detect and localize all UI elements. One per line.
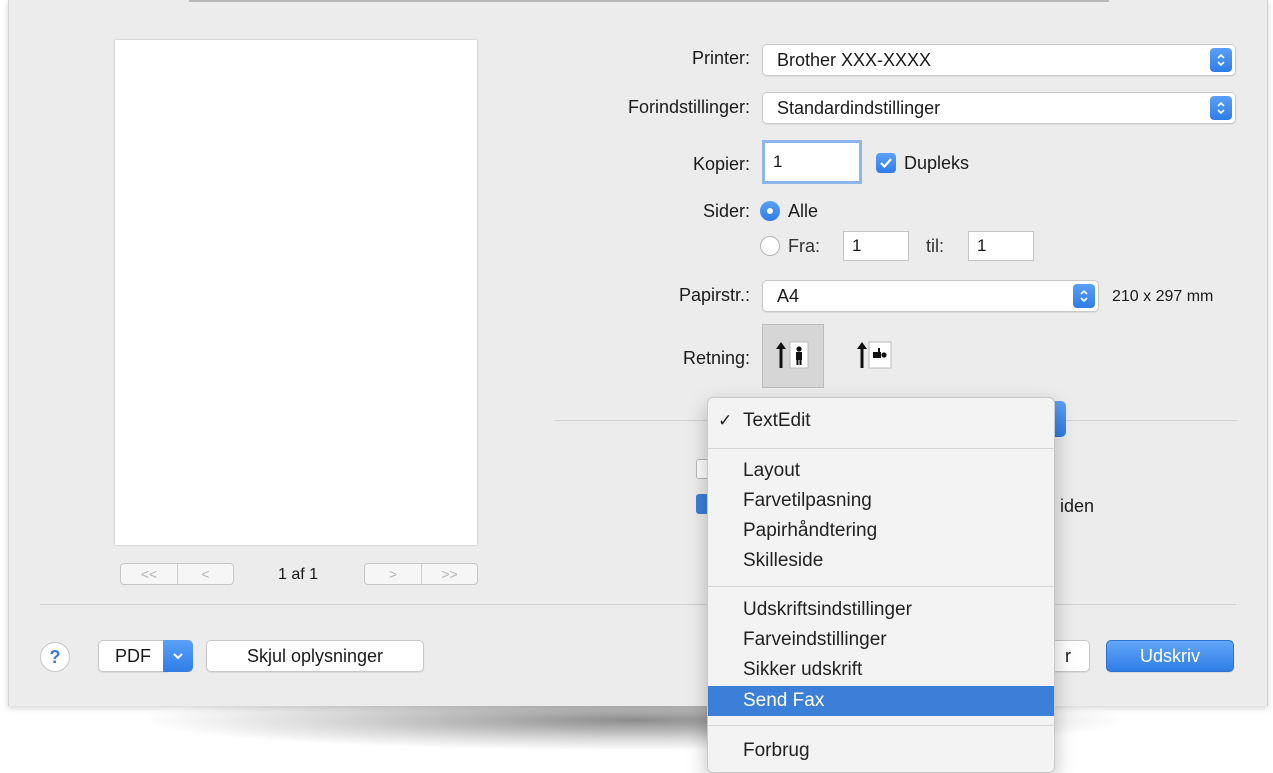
pager-forward: > >> [364,563,478,585]
pages-from-label: Fra: [788,236,821,256]
menu-separator [708,725,1054,726]
pages-to-input[interactable]: 1 [968,231,1034,261]
copies-label: Kopier: [692,154,750,174]
menu-item-paper-handling[interactable]: Papirhåndtering [708,516,1054,546]
menu-item-color-settings[interactable]: Farveindstillinger [708,625,1054,655]
printer-value: Brother XXX-XXXX [777,49,932,70]
printer-label: Printer: [691,48,750,68]
presets-select[interactable]: Standardindstillinger [762,92,1236,124]
hidden-option-text: iden [1060,496,1095,516]
pages-range-radio[interactable] [760,236,780,256]
paper-size-value: A4 [777,285,800,306]
orientation-portrait-button[interactable] [762,324,824,388]
previous-page-button[interactable]: < [177,564,233,584]
hide-details-button[interactable]: Skjul oplysninger [206,640,424,672]
menu-item-send-fax[interactable]: Send Fax [708,686,1054,716]
checkmark-icon [880,158,892,169]
next-page-button[interactable]: > [365,564,421,584]
print-button[interactable]: Udskriv [1106,640,1234,672]
pdf-button[interactable]: PDF [98,640,168,672]
menu-separator [708,586,1054,587]
orientation-landscape-button[interactable] [845,324,907,388]
menu-item-cover-page[interactable]: Skilleside [708,546,1054,576]
pdf-menu-button[interactable] [163,640,193,672]
first-page-button[interactable]: << [121,564,177,584]
pages-all-radio[interactable] [760,201,780,221]
menu-item-color-matching[interactable]: Farvetilpasning [708,486,1054,516]
orientation-label: Retning: [682,348,750,368]
page-preview [115,40,477,545]
checkmark-icon: ✓ [718,411,733,430]
presets-value: Standardindstillinger [777,97,941,118]
landscape-icon [857,341,892,369]
copies-input[interactable]: 1 [762,140,862,184]
help-button[interactable]: ? [40,642,70,672]
pages-from-input[interactable]: 1 [843,231,909,261]
stepper-icon [1210,48,1232,72]
duplex-checkbox[interactable] [876,153,896,173]
pages-all-label: Alle [788,201,819,221]
stepper-icon [1210,96,1232,120]
dialog-top-edge [189,0,1109,2]
menu-item-layout[interactable]: Layout [708,456,1054,486]
printer-select[interactable]: Brother XXX-XXXX [762,44,1236,76]
footer-divider [40,604,1236,605]
menu-item-textedit[interactable]: ✓ TextEdit [708,406,1054,436]
chevron-down-icon [173,653,183,660]
stepper-icon [1073,284,1095,308]
paper-size-select[interactable]: A4 [762,280,1099,312]
duplex-label: Dupleks [904,153,970,173]
last-page-button[interactable]: >> [421,564,477,584]
pages-to-label: til: [926,236,944,256]
portrait-icon [776,341,809,369]
pages-label: Sider: [702,201,750,221]
menu-item-print-settings[interactable]: Udskriftsindstillinger [708,595,1054,625]
paper-size-label: Papirstr.: [678,285,750,305]
pager-back: << < [120,563,234,585]
page-counter: 1 af 1 [278,566,319,583]
presets-label: Forindstillinger: [627,97,750,117]
menu-separator [708,448,1054,449]
print-options-menu: ✓ TextEdit Layout Farvetilpasning Papirh… [707,397,1055,773]
menu-item-secure-print[interactable]: Sikker udskrift [708,655,1054,685]
menu-item-consumption[interactable]: Forbrug [708,736,1054,766]
menu-item-label: TextEdit [743,410,811,431]
paper-dimensions: 210 x 297 mm [1112,288,1214,305]
